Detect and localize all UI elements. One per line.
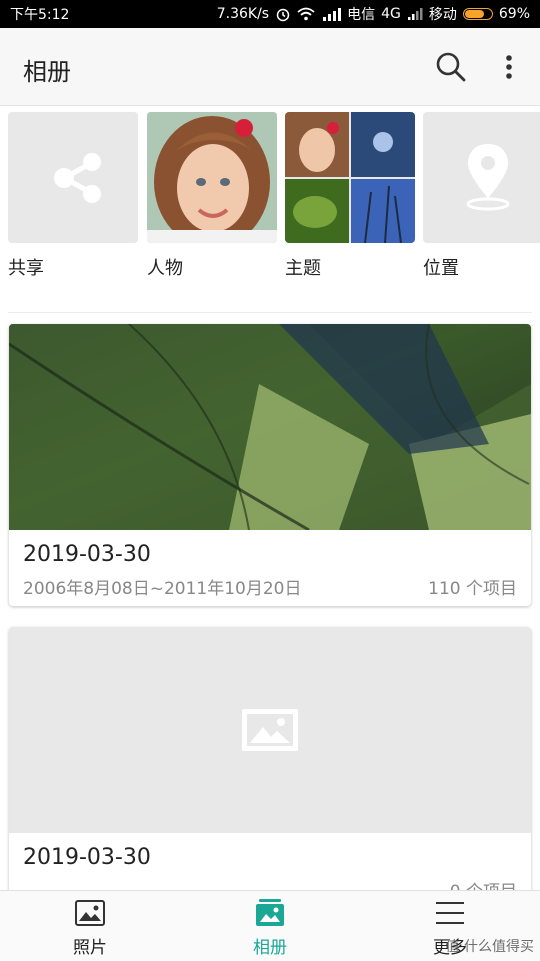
album-title: 2019-03-30 <box>23 542 151 567</box>
nav-label: 照片 <box>73 938 107 958</box>
search-icon[interactable] <box>434 50 468 84</box>
category-label: 人物 <box>147 258 183 279</box>
theme-collage-image <box>285 112 415 243</box>
watermark: 值 什么值得买 <box>445 939 534 955</box>
category-location[interactable]: 位置 <box>423 112 540 279</box>
status-time: 下午5:12 <box>10 7 70 23</box>
category-label: 位置 <box>423 258 459 279</box>
category-share[interactable]: 共享 <box>8 112 138 279</box>
album-title: 2019-03-30 <box>23 845 151 870</box>
carrier-2: 移动 <box>428 7 457 23</box>
nav-photos[interactable]: 照片 <box>0 891 180 961</box>
location-thumb[interactable] <box>423 112 540 243</box>
battery-icon <box>462 8 493 20</box>
photo-icon <box>75 900 105 926</box>
alarm-icon <box>276 8 290 22</box>
category-label: 主题 <box>285 258 321 279</box>
nav-albums[interactable]: 相册 <box>180 891 360 961</box>
network-type: 4G <box>381 6 401 22</box>
album-card[interactable]: 2019-03-30 0 个项目 <box>9 627 531 909</box>
album-count: 110 个项目 <box>428 579 517 599</box>
menu-icon <box>436 902 464 924</box>
category-row: 共享 人物 主题 位置 <box>0 112 540 282</box>
carrier-1: 电信 <box>347 7 376 23</box>
signal-icon <box>323 8 342 21</box>
section-divider <box>8 312 532 313</box>
more-vert-icon[interactable] <box>498 50 520 84</box>
app-header: 相册 <box>0 28 540 106</box>
category-themes[interactable]: 主题 <box>285 112 415 279</box>
share-thumb[interactable] <box>8 112 138 243</box>
status-right: 7.36K/s 电信 4G 移动 69% <box>217 4 530 24</box>
battery-fill <box>464 10 485 18</box>
album-card[interactable]: 2019-03-30 2006年8月08日~2011年10月20日 110 个项… <box>9 324 531 606</box>
network-speed: 7.36K/s <box>216 6 270 22</box>
album-cover[interactable] <box>9 324 531 530</box>
image-placeholder-icon <box>242 709 298 751</box>
status-bar: 下午5:12 7.36K/s 电信 4G 移动 69% <box>0 0 540 28</box>
album-icon <box>256 899 284 926</box>
share-icon <box>54 153 101 203</box>
theme-collage[interactable] <box>285 112 415 243</box>
location-pin-icon <box>466 144 510 211</box>
bottom-navigation: 照片 相册 更多 值 什么值得买 <box>0 890 540 960</box>
category-people[interactable]: 人物 <box>147 112 277 279</box>
leaf-photo <box>9 324 531 530</box>
nav-label: 相册 <box>253 938 287 958</box>
portrait-photo[interactable] <box>147 112 277 243</box>
signal-icon-2 <box>407 8 423 20</box>
category-label: 共享 <box>8 258 44 279</box>
portrait-image <box>147 112 277 243</box>
album-date-range: 2006年8月08日~2011年10月20日 <box>23 579 302 599</box>
page-title: 相册 <box>23 58 71 86</box>
battery-percent: 69% <box>498 6 530 22</box>
wifi-icon <box>297 7 315 21</box>
album-cover[interactable] <box>9 627 531 833</box>
